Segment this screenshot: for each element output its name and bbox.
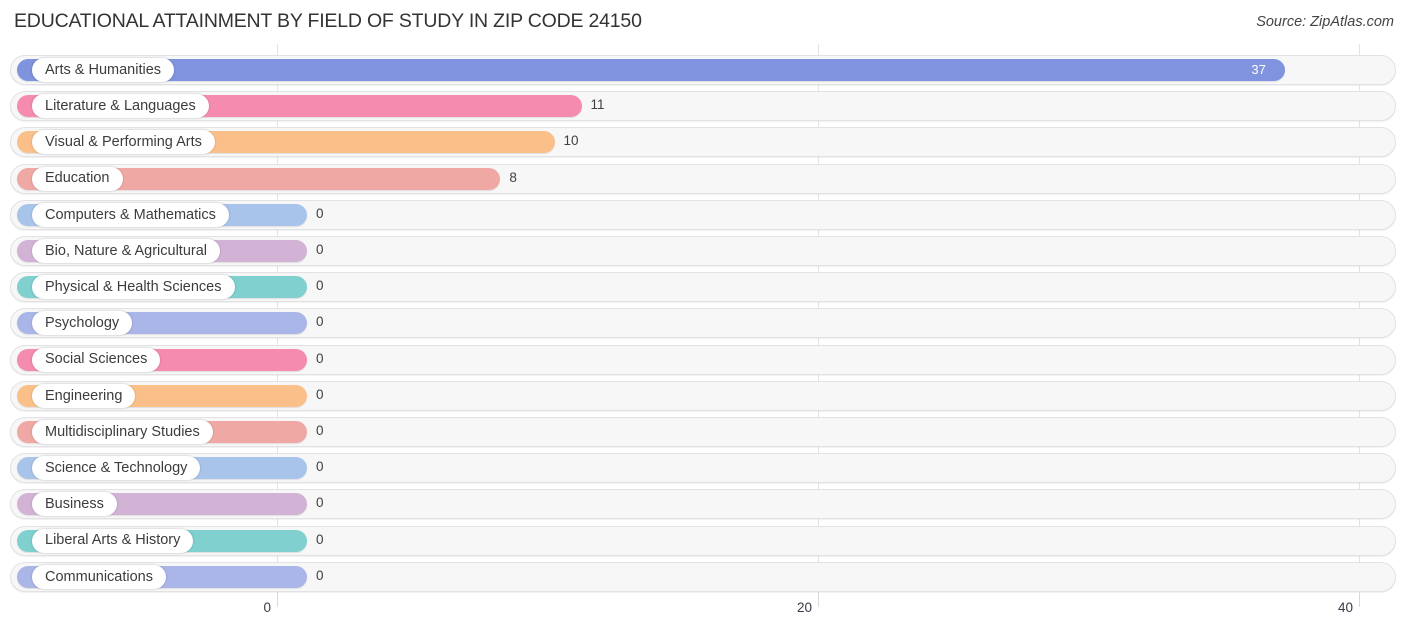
category-pill[interactable]: Visual & Performing Arts (32, 130, 215, 155)
table-row[interactable]: Multidisciplinary Studies 0 (10, 417, 1396, 447)
category-pill[interactable]: Communications (32, 564, 166, 589)
x-axis: 0 20 40 (0, 594, 1406, 631)
category-label: Science & Technology (45, 459, 188, 476)
category-pill[interactable]: Psychology (32, 311, 133, 336)
category-label: Communications (45, 568, 153, 585)
category-label: Physical & Health Sciences (45, 278, 222, 295)
category-pill[interactable]: Liberal Arts & History (32, 528, 194, 553)
category-label: Arts & Humanities (45, 61, 162, 78)
category-pill[interactable]: Physical & Health Sciences (32, 275, 235, 300)
category-label: Psychology (45, 315, 120, 332)
category-pill[interactable]: Literature & Languages (32, 94, 209, 119)
bar-value-label: 0 (316, 495, 324, 511)
table-row[interactable]: Science & Technology 0 (10, 453, 1396, 484)
category-pill[interactable]: Social Sciences (32, 347, 161, 372)
bar-value-label: 0 (316, 459, 324, 475)
category-label: Education (45, 170, 110, 187)
bar-value-label: 0 (316, 531, 324, 547)
tick-mark-0 (277, 594, 278, 607)
category-label: Bio, Nature & Agricultural (45, 242, 207, 259)
bar-value-label: 37 (1251, 62, 1266, 77)
page-title: EDUCATIONAL ATTAINMENT BY FIELD OF STUDY… (14, 10, 642, 32)
bar-value-label: 11 (590, 97, 605, 113)
bar-arts-humanities[interactable] (17, 59, 1285, 81)
table-row[interactable]: Social Sciences 0 (10, 344, 1396, 375)
bar-value-label: 8 (509, 169, 517, 185)
table-row[interactable]: Liberal Arts & History 0 (10, 525, 1396, 556)
category-pill[interactable]: Multidisciplinary Studies (32, 420, 213, 444)
source-attribution: Source: ZipAtlas.com (1256, 14, 1394, 30)
tick-label-40: 40 (1337, 600, 1353, 615)
category-pill[interactable]: Bio, Nature & Agricultural (32, 239, 220, 263)
bar-rows: Arts & Humanities 37 Literature & Language… (0, 44, 1406, 594)
category-pill[interactable]: Science & Technology (32, 456, 201, 481)
category-pill[interactable]: Education (32, 166, 123, 191)
table-row[interactable]: Visual & Performing Arts 10 (10, 127, 1396, 158)
category-label: Visual & Performing Arts (45, 134, 202, 151)
table-row[interactable]: Physical & Health Sciences 0 (10, 272, 1396, 303)
tick-mark-20 (818, 594, 819, 607)
bar-value-label: 0 (316, 205, 324, 221)
bar-value-label: 10 (563, 133, 579, 149)
table-row[interactable]: Bio, Nature & Agricultural 0 (10, 236, 1396, 266)
bar-value-label: 0 (316, 314, 324, 330)
category-pill[interactable]: Computers & Mathematics (32, 202, 229, 227)
category-pill[interactable]: Arts & Humanities (32, 58, 175, 82)
table-row[interactable]: Computers & Mathematics 0 (10, 199, 1396, 230)
table-row[interactable]: Psychology 0 (10, 308, 1396, 339)
bar-value-label: 0 (316, 278, 324, 294)
category-label: Computers & Mathematics (45, 206, 216, 223)
category-label: Liberal Arts & History (45, 532, 181, 549)
table-row[interactable]: Arts & Humanities 37 (10, 55, 1396, 85)
table-row[interactable]: Literature & Languages 11 (10, 91, 1396, 122)
category-label: Engineering (45, 387, 123, 404)
category-label: Literature & Languages (45, 97, 196, 114)
category-pill[interactable]: Business (32, 492, 117, 517)
bar-value-label: 0 (316, 350, 324, 366)
table-row[interactable]: Education 8 (10, 163, 1396, 194)
bar-value-label: 0 (316, 386, 324, 402)
category-pill[interactable]: Engineering (32, 383, 136, 408)
table-row[interactable]: Engineering 0 (10, 380, 1396, 411)
table-row[interactable]: Business 0 (10, 489, 1396, 520)
tick-label-0: 0 (263, 600, 271, 615)
category-label: Social Sciences (45, 351, 148, 368)
category-label: Multidisciplinary Studies (45, 423, 200, 440)
tick-mark-40 (1359, 594, 1360, 607)
bar-value-label: 0 (316, 242, 324, 257)
table-row[interactable]: Communications 0 (10, 561, 1396, 592)
chart-header: EDUCATIONAL ATTAINMENT BY FIELD OF STUDY… (0, 0, 1406, 44)
category-label: Business (45, 496, 104, 513)
tick-label-20: 20 (796, 600, 812, 615)
chart-plot-area: Arts & Humanities 37 Literature & Language… (0, 44, 1406, 594)
bar-value-label: 0 (316, 423, 324, 438)
bar-value-label: 0 (316, 567, 324, 583)
